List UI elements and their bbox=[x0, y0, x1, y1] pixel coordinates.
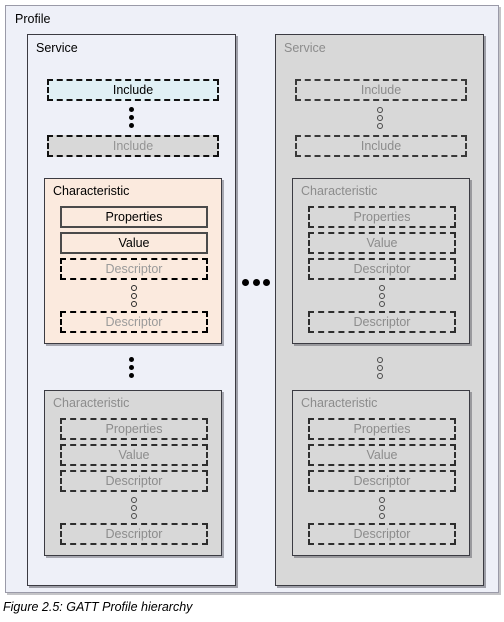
characteristic-ellipsis-left bbox=[129, 357, 134, 378]
descriptor-box-2: Descriptor bbox=[308, 523, 456, 545]
characteristic-box-right-1: Characteristic Properties Value Descript… bbox=[292, 178, 470, 344]
properties-label: Properties bbox=[353, 210, 411, 224]
properties-box: Properties bbox=[60, 418, 208, 440]
descriptor-label: Descriptor bbox=[105, 315, 163, 329]
characteristic-label: Characteristic bbox=[53, 184, 130, 198]
value-label: Value bbox=[366, 448, 398, 462]
properties-label: Properties bbox=[353, 422, 411, 436]
include-label: Include bbox=[360, 139, 402, 153]
include-ellipsis-right bbox=[377, 107, 383, 129]
value-label: Value bbox=[118, 448, 150, 462]
descriptor-box-2: Descriptor bbox=[60, 311, 208, 333]
include-box-left-2: Include bbox=[47, 135, 219, 157]
descriptor-label: Descriptor bbox=[105, 262, 163, 276]
descriptor-label: Descriptor bbox=[353, 527, 411, 541]
characteristic-label: Characteristic bbox=[53, 396, 130, 410]
include-box-right-1: Include bbox=[295, 79, 467, 101]
descriptor-box-1: Descriptor bbox=[308, 258, 456, 280]
include-label: Include bbox=[112, 83, 154, 97]
descriptor-ellipsis bbox=[131, 497, 137, 519]
profile-container: Profile Service Include Include Characte… bbox=[5, 5, 499, 593]
gatt-profile-hierarchy-figure: Profile Service Include Include Characte… bbox=[0, 0, 504, 622]
value-box: Value bbox=[60, 232, 208, 254]
characteristic-label: Characteristic bbox=[301, 184, 378, 198]
characteristic-label: Characteristic bbox=[301, 396, 378, 410]
service-label-right: Service bbox=[284, 41, 326, 55]
figure-caption: Figure 2.5: GATT Profile hierarchy bbox=[3, 600, 193, 614]
include-label: Include bbox=[112, 139, 154, 153]
value-label: Value bbox=[118, 236, 150, 250]
value-box: Value bbox=[308, 232, 456, 254]
value-box: Value bbox=[60, 444, 208, 466]
include-label: Include bbox=[360, 83, 402, 97]
profile-label: Profile bbox=[15, 12, 51, 26]
characteristic-box-right-2: Characteristic Properties Value Descript… bbox=[292, 390, 470, 556]
service-box-left: Service Include Include Characteristic P… bbox=[27, 34, 236, 586]
descriptor-ellipsis bbox=[379, 497, 385, 519]
descriptor-box-1: Descriptor bbox=[60, 470, 208, 492]
descriptor-box-2: Descriptor bbox=[308, 311, 456, 333]
descriptor-label: Descriptor bbox=[353, 474, 411, 488]
descriptor-label: Descriptor bbox=[353, 262, 411, 276]
descriptor-label: Descriptor bbox=[353, 315, 411, 329]
properties-label: Properties bbox=[105, 422, 163, 436]
value-box: Value bbox=[308, 444, 456, 466]
descriptor-label: Descriptor bbox=[105, 474, 163, 488]
include-ellipsis-left bbox=[129, 107, 134, 128]
characteristic-box-left-1: Characteristic Properties Value Descript… bbox=[44, 178, 222, 344]
descriptor-box-1: Descriptor bbox=[308, 470, 456, 492]
descriptor-box-1: Descriptor bbox=[60, 258, 208, 280]
value-label: Value bbox=[366, 236, 398, 250]
descriptor-ellipsis bbox=[379, 285, 385, 307]
service-label-left: Service bbox=[36, 41, 78, 55]
service-box-right: Service Include Include Characteristic P… bbox=[275, 34, 484, 586]
service-horizontal-ellipsis bbox=[242, 278, 270, 286]
descriptor-box-2: Descriptor bbox=[60, 523, 208, 545]
properties-label: Properties bbox=[105, 210, 163, 224]
characteristic-ellipsis-right bbox=[377, 357, 383, 379]
properties-box: Properties bbox=[308, 206, 456, 228]
descriptor-ellipsis bbox=[131, 285, 137, 307]
include-box-right-2: Include bbox=[295, 135, 467, 157]
characteristic-box-left-2: Characteristic Properties Value Descript… bbox=[44, 390, 222, 556]
descriptor-label: Descriptor bbox=[105, 527, 163, 541]
include-box-left-1: Include bbox=[47, 79, 219, 101]
properties-box: Properties bbox=[308, 418, 456, 440]
properties-box: Properties bbox=[60, 206, 208, 228]
